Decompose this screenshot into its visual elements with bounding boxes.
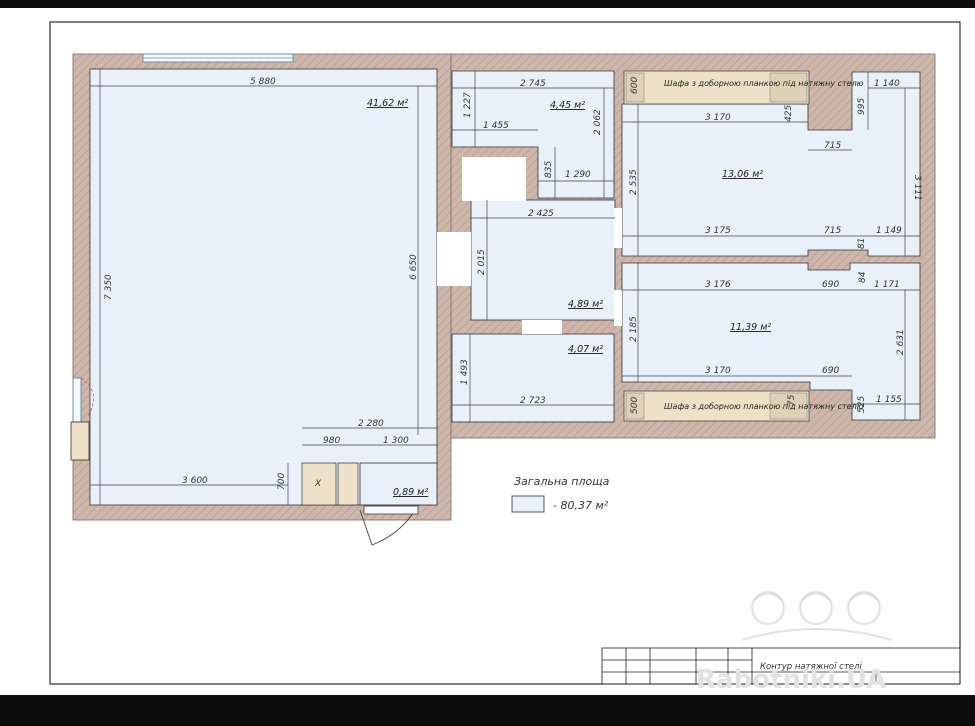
wardrobe-bottom-text: Шафа з доборною планкою під натяжну стел… [664, 402, 864, 411]
legend-swatch [511, 495, 545, 513]
legend-title: Загальна площа [514, 475, 610, 488]
dim-a-mid: 1 455 [483, 121, 509, 131]
dim-c-left: 1 493 [460, 359, 470, 385]
viewer-viewport: 5 880 7 350 6 650 3 600 2 280 980 1 300 … [0, 0, 975, 726]
dim-bed2-top: 3 176 [705, 280, 731, 290]
dim-a-notch: 835 [544, 161, 554, 178]
dim-a-right: 2 062 [593, 109, 603, 135]
area-room-b: 4,89 м² [568, 299, 603, 310]
dim-bed2-b-notch: 690 [822, 366, 839, 376]
dim-bed1-b-notch-h: 81 [857, 238, 867, 249]
area-bed2: 11,39 м² [730, 322, 771, 333]
dim-bed2-b-right-w: 1 155 [876, 395, 902, 405]
dim-a-bottom: 1 290 [565, 170, 591, 180]
dim-bed2-right: 2 631 [896, 329, 906, 355]
floor-plan-sheet: 5 880 7 350 6 650 3 600 2 280 980 1 300 … [0, 8, 975, 695]
dim-c-bottom: 2 723 [520, 396, 546, 406]
dim-bed1-right-h: 995 [857, 98, 867, 115]
dim-bed2-bottom: 3 170 [705, 366, 731, 376]
dim-bed2-left: 2 185 [629, 316, 639, 342]
dim-bed1-notch-h: 425 [784, 105, 794, 122]
dim-step-w: 2 280 [358, 419, 384, 429]
dim-bed1-right-w: 1 140 [874, 79, 900, 89]
dim-step-h: 700 [277, 473, 287, 490]
dim-a-top: 2 745 [520, 79, 546, 89]
dim-bed1-top: 3 170 [705, 113, 731, 123]
area-living: 41,62 м² [367, 98, 408, 109]
dim-bed1-notch-w: 715 [824, 141, 841, 151]
dim-bed2-notch-h: 84 [858, 271, 868, 283]
dim-bed2-notch-w: 690 [822, 280, 839, 290]
dim-bed2-right-w: 1 171 [874, 280, 900, 290]
dim-b-top: 2 425 [528, 209, 554, 219]
legend-value: - 80,37 м² [553, 499, 609, 512]
area-bed1: 13,06 м² [722, 169, 763, 180]
dim-living-bottom: 3 600 [182, 476, 208, 486]
dim-step-a: 980 [323, 436, 340, 446]
closet-mark: X [314, 479, 322, 489]
watermark-text: Rabotniki.UA [696, 665, 886, 695]
dim-living-left: 7 350 [104, 274, 114, 300]
dim-bed1-b-notch: 715 [824, 226, 841, 236]
wardrobe-bottom-label: Шафа з доборною планкою під натяжну стел… [664, 402, 864, 411]
dim-bed1-wardrobe: 600 [630, 77, 640, 94]
dim-a-left: 1 227 [463, 92, 473, 118]
room-small [359, 462, 438, 506]
dim-bed1-bottom: 3 175 [705, 226, 731, 236]
wardrobe-top-label: Шафа з доборною планкою під натяжну стел… [664, 79, 864, 88]
dim-living-right: 6 650 [409, 254, 419, 280]
area-room-a: 4,45 м² [550, 100, 585, 111]
dim-bed2-wardrobe: 500 [630, 397, 640, 414]
dim-bed1-left: 2 535 [629, 169, 639, 195]
dim-b-left: 2 015 [477, 249, 487, 275]
wardrobe-top-text: Шафа з доборною планкою під натяжну стел… [664, 79, 864, 88]
area-small: 0,89 м² [393, 487, 428, 498]
dim-living-top: 5 880 [250, 77, 276, 87]
dim-step-b: 1 300 [383, 436, 409, 446]
area-room-c: 4,07 м² [568, 344, 603, 355]
dim-bed1-b-right: 1 149 [876, 226, 902, 236]
dim-bed1-right: 3 111 [912, 175, 922, 201]
